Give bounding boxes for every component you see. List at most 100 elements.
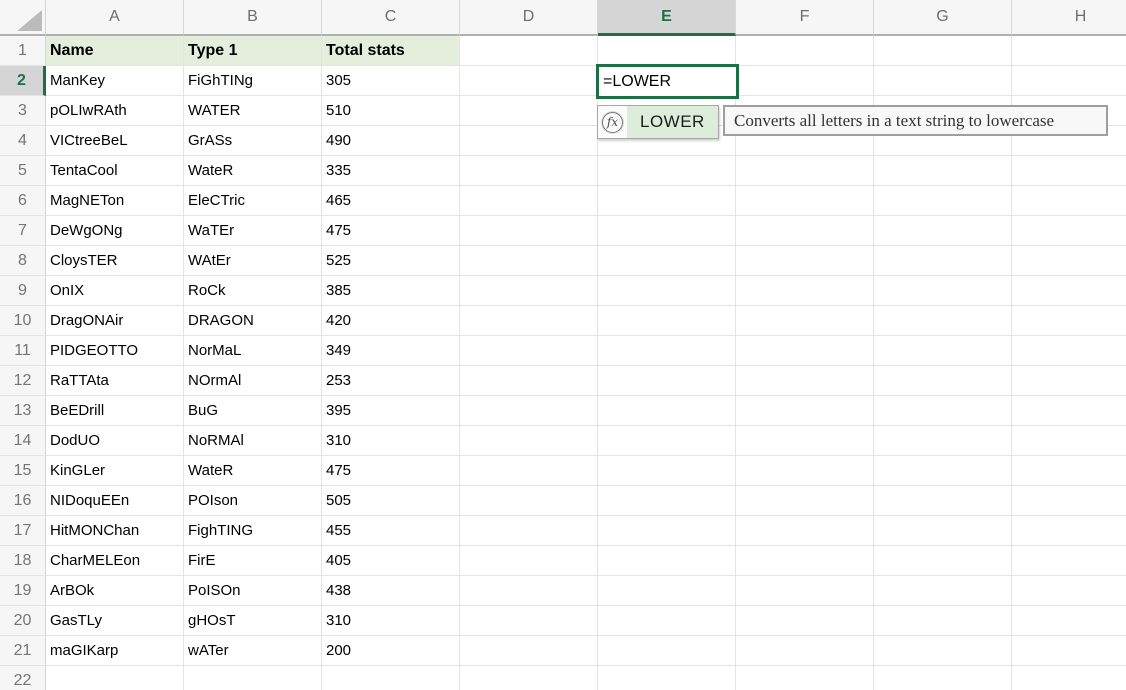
- cell-G18[interactable]: [874, 546, 1012, 576]
- row-header-13[interactable]: 13: [0, 396, 46, 426]
- cell-D12[interactable]: [460, 366, 598, 396]
- cell-H12[interactable]: [1012, 366, 1126, 396]
- cell-F22[interactable]: [736, 666, 874, 690]
- cell-H5[interactable]: [1012, 156, 1126, 186]
- cell-D21[interactable]: [460, 636, 598, 666]
- row-header-2[interactable]: 2: [0, 66, 46, 96]
- cell-A7[interactable]: DeWgONg: [46, 216, 184, 246]
- cell-G5[interactable]: [874, 156, 1012, 186]
- cell-E6[interactable]: [598, 186, 736, 216]
- cell-G12[interactable]: [874, 366, 1012, 396]
- cell-F19[interactable]: [736, 576, 874, 606]
- cell-C19[interactable]: 438: [322, 576, 460, 606]
- row-header-6[interactable]: 6: [0, 186, 46, 216]
- cell-A9[interactable]: OnIX: [46, 276, 184, 306]
- cell-F6[interactable]: [736, 186, 874, 216]
- column-header-B[interactable]: B: [184, 0, 322, 36]
- formula-autocomplete-item[interactable]: fx LOWER: [597, 105, 719, 139]
- cell-F7[interactable]: [736, 216, 874, 246]
- cell-G1[interactable]: [874, 36, 1012, 66]
- cell-E16[interactable]: [598, 486, 736, 516]
- cell-A19[interactable]: ArBOk: [46, 576, 184, 606]
- row-header-5[interactable]: 5: [0, 156, 46, 186]
- cell-D4[interactable]: [460, 126, 598, 156]
- cell-A2[interactable]: ManKey: [46, 66, 184, 96]
- cell-G17[interactable]: [874, 516, 1012, 546]
- cell-D14[interactable]: [460, 426, 598, 456]
- cell-C16[interactable]: 505: [322, 486, 460, 516]
- cell-A22[interactable]: [46, 666, 184, 690]
- row-header-21[interactable]: 21: [0, 636, 46, 666]
- cell-H11[interactable]: [1012, 336, 1126, 366]
- cell-E21[interactable]: [598, 636, 736, 666]
- column-header-E[interactable]: E: [598, 0, 736, 36]
- cell-D22[interactable]: [460, 666, 598, 690]
- cell-H20[interactable]: [1012, 606, 1126, 636]
- cell-E7[interactable]: [598, 216, 736, 246]
- cell-H2[interactable]: [1012, 66, 1126, 96]
- cell-H21[interactable]: [1012, 636, 1126, 666]
- cell-B7[interactable]: WaTEr: [184, 216, 322, 246]
- cell-G20[interactable]: [874, 606, 1012, 636]
- cell-F2[interactable]: [736, 66, 874, 96]
- cell-C20[interactable]: 310: [322, 606, 460, 636]
- cell-C18[interactable]: 405: [322, 546, 460, 576]
- cell-H13[interactable]: [1012, 396, 1126, 426]
- cell-G22[interactable]: [874, 666, 1012, 690]
- cell-C6[interactable]: 465: [322, 186, 460, 216]
- cell-F10[interactable]: [736, 306, 874, 336]
- cell-F14[interactable]: [736, 426, 874, 456]
- cell-B18[interactable]: FirE: [184, 546, 322, 576]
- cell-F16[interactable]: [736, 486, 874, 516]
- cell-E17[interactable]: [598, 516, 736, 546]
- cell-H7[interactable]: [1012, 216, 1126, 246]
- cell-A8[interactable]: CloysTER: [46, 246, 184, 276]
- row-header-4[interactable]: 4: [0, 126, 46, 156]
- cell-A5[interactable]: TentaCool: [46, 156, 184, 186]
- cell-F20[interactable]: [736, 606, 874, 636]
- cell-C3[interactable]: 510: [322, 96, 460, 126]
- cell-G9[interactable]: [874, 276, 1012, 306]
- cell-A10[interactable]: DragONAir: [46, 306, 184, 336]
- cell-G15[interactable]: [874, 456, 1012, 486]
- cell-C14[interactable]: 310: [322, 426, 460, 456]
- cell-C5[interactable]: 335: [322, 156, 460, 186]
- cell-A3[interactable]: pOLIwRAth: [46, 96, 184, 126]
- cell-C13[interactable]: 395: [322, 396, 460, 426]
- row-header-22[interactable]: 22: [0, 666, 46, 690]
- cell-H16[interactable]: [1012, 486, 1126, 516]
- cell-F1[interactable]: [736, 36, 874, 66]
- active-cell-editor[interactable]: =LOWER: [596, 64, 739, 99]
- cell-D20[interactable]: [460, 606, 598, 636]
- cell-C9[interactable]: 385: [322, 276, 460, 306]
- cell-G14[interactable]: [874, 426, 1012, 456]
- column-header-C[interactable]: C: [322, 0, 460, 36]
- cell-D19[interactable]: [460, 576, 598, 606]
- cell-C11[interactable]: 349: [322, 336, 460, 366]
- cell-C12[interactable]: 253: [322, 366, 460, 396]
- cell-E20[interactable]: [598, 606, 736, 636]
- cell-F21[interactable]: [736, 636, 874, 666]
- cell-G16[interactable]: [874, 486, 1012, 516]
- row-header-10[interactable]: 10: [0, 306, 46, 336]
- cell-A21[interactable]: maGIKarp: [46, 636, 184, 666]
- row-header-12[interactable]: 12: [0, 366, 46, 396]
- cell-H9[interactable]: [1012, 276, 1126, 306]
- cell-H14[interactable]: [1012, 426, 1126, 456]
- cell-E22[interactable]: [598, 666, 736, 690]
- autocomplete-function-name[interactable]: LOWER: [627, 106, 718, 138]
- cell-G10[interactable]: [874, 306, 1012, 336]
- cell-D7[interactable]: [460, 216, 598, 246]
- row-header-1[interactable]: 1: [0, 36, 46, 66]
- cell-B8[interactable]: WAtEr: [184, 246, 322, 276]
- cell-D18[interactable]: [460, 546, 598, 576]
- column-header-D[interactable]: D: [460, 0, 598, 36]
- cell-F17[interactable]: [736, 516, 874, 546]
- cell-A14[interactable]: DodUO: [46, 426, 184, 456]
- cell-H19[interactable]: [1012, 576, 1126, 606]
- cell-D3[interactable]: [460, 96, 598, 126]
- cell-B4[interactable]: GrASs: [184, 126, 322, 156]
- row-header-9[interactable]: 9: [0, 276, 46, 306]
- cell-B5[interactable]: WateR: [184, 156, 322, 186]
- cell-E19[interactable]: [598, 576, 736, 606]
